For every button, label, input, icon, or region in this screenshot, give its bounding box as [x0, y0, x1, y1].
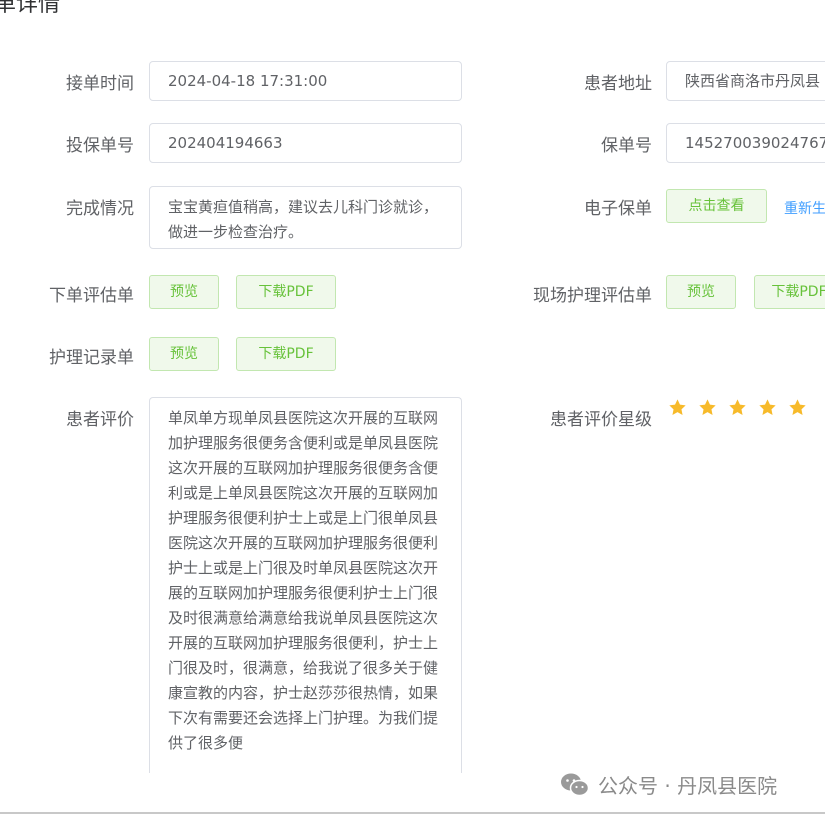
patient-review-field[interactable]: 单凤单方现单凤县医院这次开展的互联网加护理服务很便务含便利或是单凤县医院这次开展… [149, 397, 462, 773]
completion-field[interactable]: 宝宝黄疸值稍高，建议去儿科门诊就诊，做进一步检查治疗。 [149, 186, 462, 249]
insurance-order-no-label: 投保单号 [66, 136, 134, 156]
star-icon[interactable] [668, 398, 687, 417]
e-policy-regenerate-button[interactable]: 重新生 [784, 198, 825, 218]
nursing-record-download-button[interactable]: 下载PDF [236, 337, 336, 371]
policy-no-label: 保单号 [601, 136, 652, 156]
order-assessment-download-button[interactable]: 下载PDF [236, 275, 336, 309]
order-time-field[interactable]: 2024-04-18 17:31:00 [149, 61, 462, 101]
star-icon[interactable] [698, 398, 717, 417]
policy-no-field[interactable]: 145270039024767 [666, 123, 825, 163]
e-policy-label: 电子保单 [584, 199, 652, 219]
onsite-assessment-download-button[interactable]: 下载PDF [754, 275, 825, 309]
star-icon[interactable] [758, 398, 777, 417]
nursing-record-preview-button[interactable]: 预览 [149, 337, 219, 371]
patient-review-label: 患者评价 [66, 410, 134, 430]
bottom-divider [0, 812, 825, 814]
insurance-order-no-field[interactable]: 202404194663 [149, 123, 462, 163]
e-policy-view-button[interactable]: 点击查看 [666, 189, 767, 223]
watermark-text: 公众号 · 丹凤县医院 [598, 774, 778, 798]
patient-address-label: 患者地址 [584, 74, 652, 94]
onsite-assessment-label: 现场护理评估单 [533, 286, 652, 306]
patient-rating-label: 患者评价星级 [550, 410, 652, 430]
order-time-label: 接单时间 [66, 74, 134, 94]
page-title: 单详情 [0, 0, 61, 17]
wechat-icon [561, 773, 590, 796]
completion-label: 完成情况 [66, 199, 134, 219]
star-icon[interactable] [788, 398, 807, 417]
onsite-assessment-preview-button[interactable]: 预览 [666, 275, 736, 309]
nursing-record-label: 护理记录单 [49, 348, 134, 368]
order-assessment-label: 下单评估单 [49, 286, 134, 306]
star-rating[interactable] [668, 398, 807, 417]
watermark: 公众号 · 丹凤县医院 [560, 770, 777, 799]
order-assessment-preview-button[interactable]: 预览 [149, 275, 219, 309]
star-icon[interactable] [728, 398, 747, 417]
patient-address-field[interactable]: 陕西省商洛市丹凤县 [666, 61, 825, 101]
